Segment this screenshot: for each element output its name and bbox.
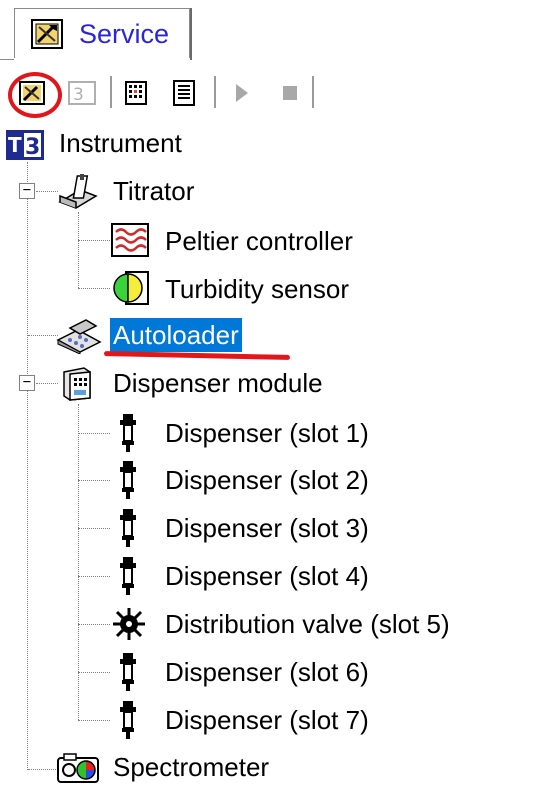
device-tree: T 3 Instrument − Titrator Peltier contro… (0, 0, 543, 786)
tree-item-dispenser-module[interactable]: Dispenser module (56, 364, 376, 402)
tree-connector (78, 480, 110, 481)
tree-connector (28, 769, 58, 770)
tree-connector (28, 335, 58, 336)
tree-connector (78, 288, 110, 289)
tree-item-label: Dispenser (slot 7) (165, 705, 369, 735)
tree-item-dispenser-slot-4[interactable]: Dispenser (slot 4) (110, 557, 440, 595)
tree-item-dispenser-slot-3[interactable]: Dispenser (slot 3) (110, 509, 440, 547)
tree-connector (78, 624, 110, 625)
tree-item-dispenser-slot-6[interactable]: Dispenser (slot 6) (110, 653, 440, 691)
dispenser-icon (116, 653, 140, 696)
tree-item-instrument[interactable]: T 3 Instrument (4, 126, 264, 162)
tree-connector (78, 212, 79, 288)
tree-item-label: Dispenser module (113, 368, 323, 398)
tree-connector (78, 528, 110, 529)
tree-item-label: Dispenser (slot 2) (165, 465, 369, 495)
tree-connector (27, 162, 28, 770)
autoloader-icon (56, 316, 102, 359)
dispenser-icon (116, 701, 140, 744)
tree-item-label: Dispenser (slot 6) (165, 657, 369, 687)
tree-item-spectrometer[interactable]: Spectrometer (56, 750, 336, 786)
tree-item-distribution-valve-slot-5[interactable]: Distribution valve (slot 5) (110, 605, 530, 643)
svg-text:T: T (8, 133, 22, 157)
tree-item-label: Peltier controller (165, 226, 353, 256)
tree-connector (36, 383, 58, 384)
tree-connector (78, 240, 110, 241)
tree-item-label: Titrator (113, 176, 195, 206)
tree-item-label: Spectrometer (113, 752, 270, 782)
tree-connector (78, 576, 110, 577)
peltier-icon (110, 222, 150, 263)
tree-item-label: Dispenser (slot 3) (165, 513, 369, 543)
tree-item-peltier-controller[interactable]: Peltier controller (110, 222, 410, 260)
spectrometer-icon (56, 752, 100, 789)
tree-item-label: Turbidity sensor (165, 274, 349, 304)
distribution-valve-icon (112, 607, 146, 646)
tree-connector (78, 672, 110, 673)
collapse-toggle[interactable]: − (19, 375, 35, 391)
turbidity-sensor-icon (110, 270, 152, 311)
titrator-icon (56, 172, 98, 215)
dispenser-module-icon (60, 364, 94, 407)
dispenser-icon (116, 509, 140, 552)
tree-item-turbidity-sensor[interactable]: Turbidity sensor (110, 270, 410, 308)
tree-item-autoloader[interactable]: Autoloader (56, 316, 296, 355)
tree-connector (78, 720, 110, 721)
dispenser-icon (116, 557, 140, 600)
tree-item-label: Autoloader (110, 318, 242, 352)
collapse-toggle[interactable]: − (19, 183, 35, 199)
tree-item-label: Dispenser (slot 4) (165, 561, 369, 591)
tree-connector (78, 433, 110, 434)
tree-item-label: Instrument (59, 128, 182, 158)
tree-connector (36, 191, 58, 192)
tree-item-label: Dispenser (slot 1) (165, 418, 369, 448)
tree-item-dispenser-slot-1[interactable]: Dispenser (slot 1) (110, 414, 440, 452)
svg-text:3: 3 (25, 135, 40, 160)
t3-instrument-icon: T 3 (6, 130, 44, 165)
dispenser-icon (116, 414, 140, 457)
tree-item-titrator[interactable]: Titrator (56, 172, 256, 210)
dispenser-icon (116, 461, 140, 504)
tree-item-dispenser-slot-7[interactable]: Dispenser (slot 7) (110, 701, 440, 739)
tree-item-dispenser-slot-2[interactable]: Dispenser (slot 2) (110, 461, 440, 499)
tree-item-label: Distribution valve (slot 5) (165, 609, 450, 639)
